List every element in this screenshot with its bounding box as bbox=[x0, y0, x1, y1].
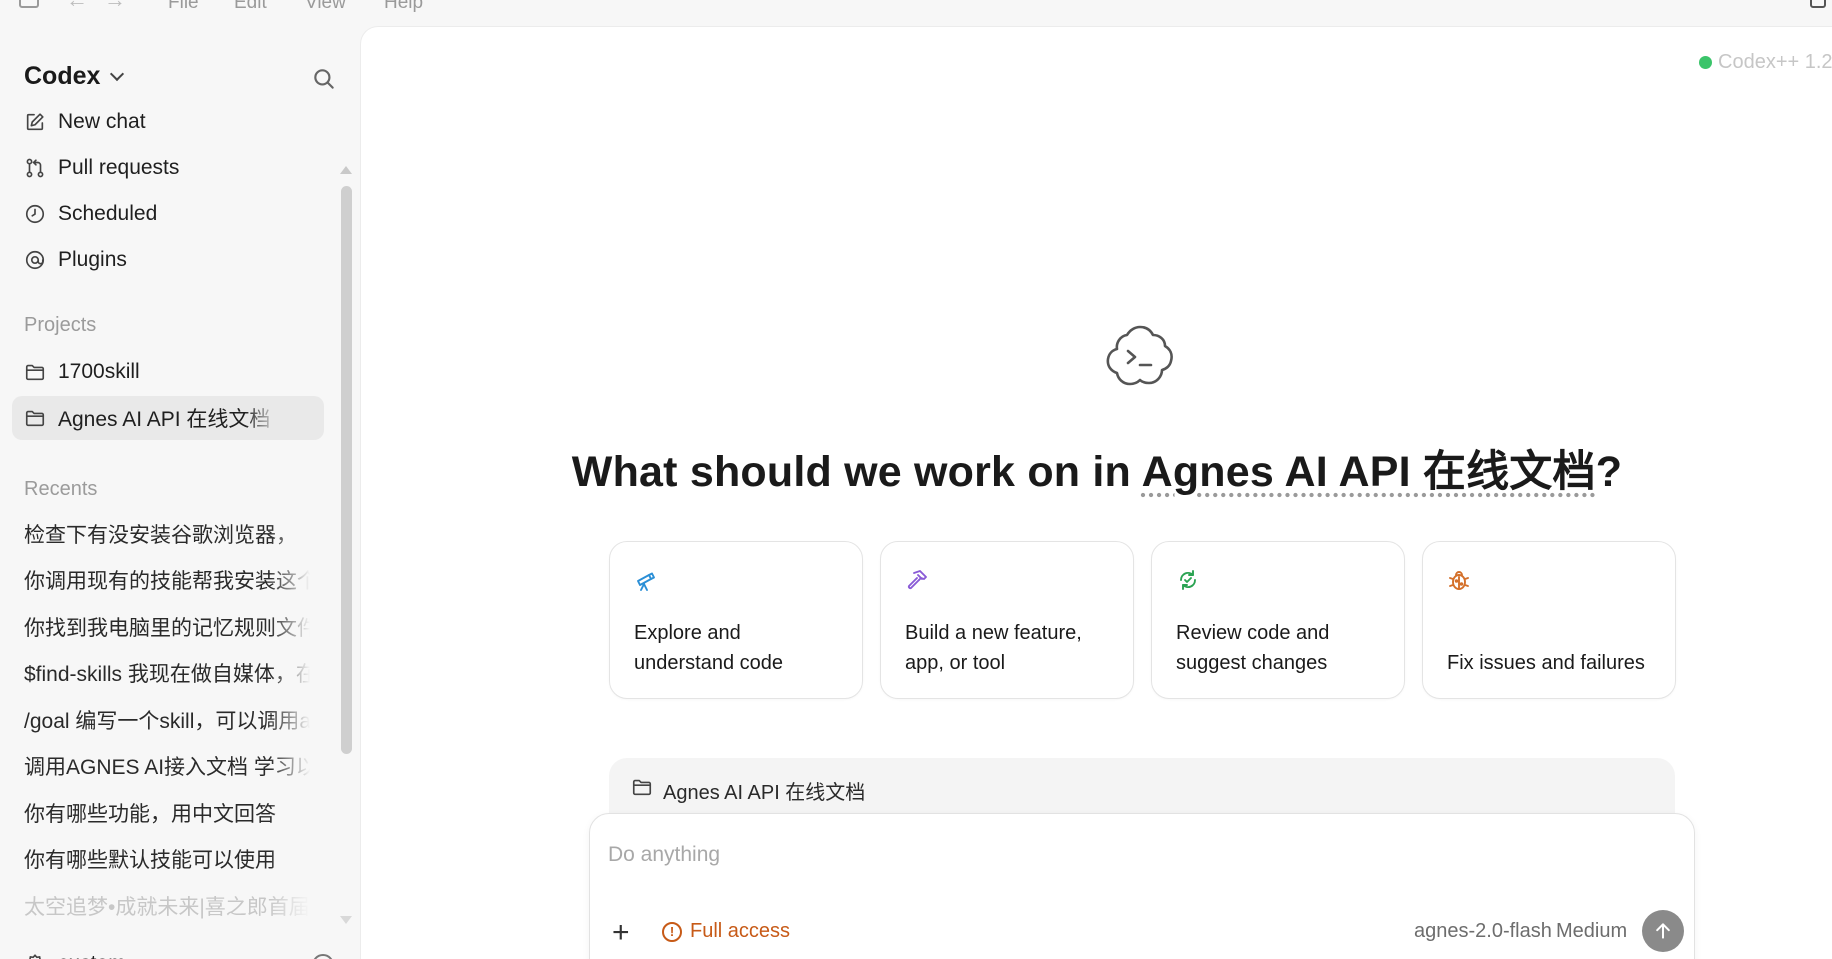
pull-request-icon bbox=[26, 158, 44, 178]
plugins-button[interactable]: Plugins bbox=[12, 238, 324, 282]
brand-title: Codex bbox=[24, 62, 101, 90]
recent-item[interactable]: 你调用现有的技能帮我安装这个 bbox=[24, 565, 310, 597]
projects-heading: Projects bbox=[24, 314, 97, 336]
status-label: Codex++ 1.2 bbox=[1718, 51, 1832, 73]
warning-circle-icon: ! bbox=[662, 921, 682, 942]
card-label: Review code and suggest changes bbox=[1176, 622, 1330, 674]
menu-bar: ← → File Edit View Help bbox=[0, 0, 1832, 16]
nav-label: Pull requests bbox=[58, 156, 180, 179]
recent-item[interactable]: 太空追梦•成就未来|喜之郎首届 bbox=[24, 891, 310, 923]
sidebar: Codex New chat Pull requests Scheduled P… bbox=[0, 16, 360, 959]
sidebar-toggle-icon[interactable] bbox=[19, 0, 39, 8]
sidebar-scrollbar[interactable] bbox=[341, 186, 352, 754]
nav-label: Scheduled bbox=[58, 202, 158, 225]
hammer-icon bbox=[907, 570, 927, 590]
menu-view[interactable]: View bbox=[305, 0, 346, 14]
at-icon bbox=[25, 250, 45, 270]
window-control-icon[interactable] bbox=[1810, 0, 1826, 8]
workspace-switcher[interactable]: Codex bbox=[24, 62, 125, 91]
composer: + ! Full access agnes-2.0-flash Medium bbox=[589, 813, 1695, 959]
arrow-up-icon bbox=[1656, 923, 1670, 939]
suggestion-card-explore[interactable]: Explore and understand code bbox=[609, 541, 863, 699]
status-dot bbox=[1699, 56, 1712, 69]
project-label: Agnes AI API 在线文档 bbox=[58, 408, 271, 431]
codex-terminal-cloud-icon bbox=[1106, 325, 1173, 386]
folder-icon bbox=[25, 410, 45, 427]
review-cycle-icon bbox=[1180, 570, 1196, 590]
card-label: Fix issues and failures bbox=[1447, 652, 1645, 674]
telescope-icon bbox=[637, 572, 655, 591]
recent-item[interactable]: 你找到我电脑里的记忆规则文件 bbox=[24, 612, 310, 644]
settings-button[interactable]: custom bbox=[24, 952, 126, 959]
card-label: Build a new feature, app, or tool bbox=[905, 622, 1082, 674]
gear-icon bbox=[29, 954, 41, 959]
project-item-agnes[interactable]: Agnes AI API 在线文档 bbox=[12, 396, 324, 440]
suggestion-card-build[interactable]: Build a new feature, app, or tool bbox=[880, 541, 1134, 699]
folder-icon bbox=[632, 779, 652, 796]
nav-label: New chat bbox=[58, 110, 146, 133]
new-chat-button[interactable]: New chat bbox=[12, 100, 324, 144]
nav-label: Plugins bbox=[58, 248, 127, 271]
card-label: Explore and understand code bbox=[634, 622, 784, 674]
suggestion-card-fix[interactable]: Fix issues and failures bbox=[1422, 541, 1676, 699]
help-icon[interactable]: ? bbox=[312, 954, 334, 959]
forward-arrow-icon[interactable]: → bbox=[104, 0, 126, 13]
chevron-down-icon bbox=[110, 66, 125, 81]
send-button[interactable] bbox=[1642, 910, 1684, 952]
recent-item[interactable]: 调用AGNES AI接入文档 学习以 bbox=[24, 751, 310, 783]
menu-file[interactable]: File bbox=[168, 0, 199, 14]
suggestion-cards: Explore and understand code Build a new … bbox=[609, 541, 1676, 699]
recent-item[interactable]: 你有哪些功能，用中文回答 bbox=[24, 798, 310, 830]
prompt-input[interactable] bbox=[608, 838, 1508, 872]
pull-requests-button[interactable]: Pull requests bbox=[12, 146, 324, 190]
main-panel: Codex++ 1.2 What should we work on in Ag… bbox=[360, 26, 1832, 959]
recents-heading: Recents bbox=[24, 478, 98, 500]
project-label: 1700skill bbox=[58, 360, 140, 383]
page-title: What should we work on in Agnes AI API 在… bbox=[361, 437, 1832, 499]
status-indicator: Codex++ 1.2 bbox=[1699, 51, 1832, 74]
menu-help[interactable]: Help bbox=[384, 0, 423, 14]
settings-label: custom bbox=[58, 952, 126, 959]
recent-item[interactable]: 你有哪些默认技能可以使用 bbox=[24, 844, 310, 876]
bug-icon bbox=[1449, 571, 1469, 590]
back-arrow-icon[interactable]: ← bbox=[66, 0, 88, 13]
recent-item[interactable]: 检查下有没安装谷歌浏览器， bbox=[24, 519, 310, 551]
suggestion-card-review[interactable]: Review code and suggest changes bbox=[1151, 541, 1405, 699]
context-folder-label: Agnes AI API 在线文档 bbox=[663, 782, 866, 804]
access-label: Full access bbox=[690, 920, 791, 942]
add-attachment-button[interactable]: + bbox=[612, 918, 630, 948]
model-selector[interactable]: agnes-2.0-flash bbox=[1414, 920, 1552, 943]
project-item-1700skill[interactable]: 1700skill bbox=[12, 350, 324, 394]
access-level-button[interactable]: ! Full access bbox=[662, 920, 790, 943]
title-project-link[interactable]: Agnes AI API 在线文档 bbox=[1142, 448, 1596, 496]
menu-edit[interactable]: Edit bbox=[234, 0, 267, 14]
edit-icon bbox=[26, 113, 44, 131]
recent-item[interactable]: /goal 编写一个skill，可以调用a bbox=[24, 705, 310, 737]
scroll-down-arrow[interactable] bbox=[340, 916, 352, 924]
recent-item[interactable]: $find-skills 我现在做自媒体，在 bbox=[24, 658, 310, 690]
scheduled-button[interactable]: Scheduled bbox=[12, 192, 324, 236]
scroll-up-arrow[interactable] bbox=[340, 166, 352, 174]
effort-selector[interactable]: Medium bbox=[1556, 920, 1627, 943]
search-icon[interactable] bbox=[311, 66, 337, 92]
title-suffix: ? bbox=[1595, 448, 1623, 496]
folder-icon bbox=[25, 364, 45, 381]
title-prefix: What should we work on in bbox=[571, 448, 1142, 496]
clock-icon bbox=[25, 204, 45, 224]
